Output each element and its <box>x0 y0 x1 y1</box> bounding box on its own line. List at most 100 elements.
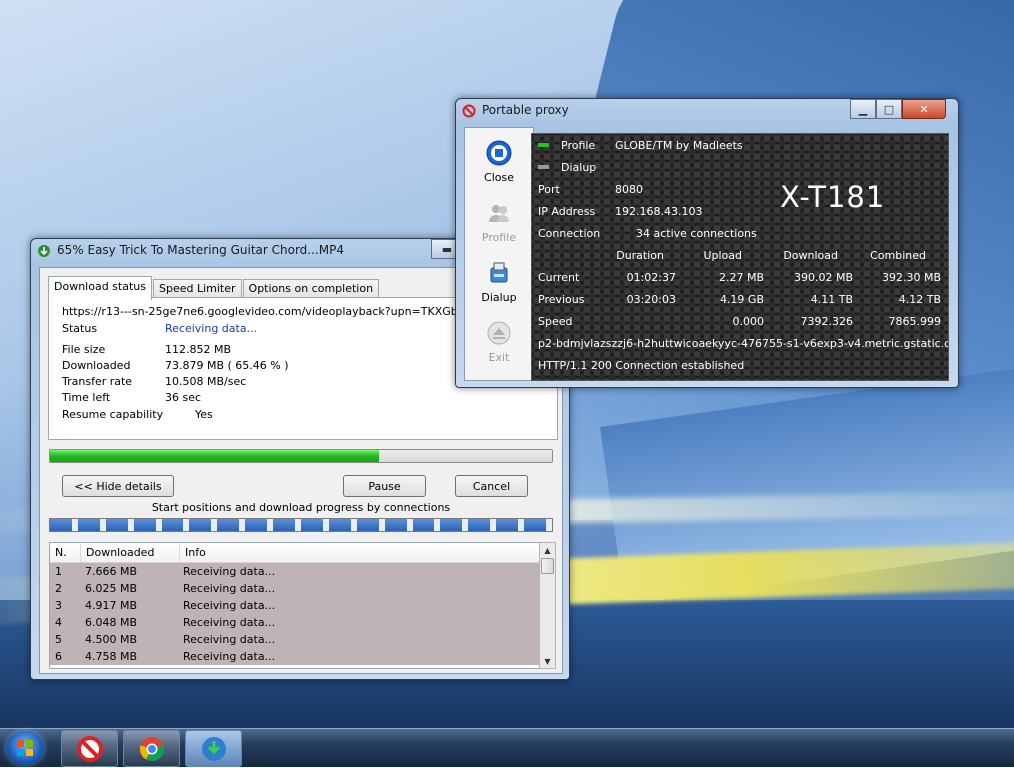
connection-segment <box>440 519 469 531</box>
dialup-label: Dialup <box>481 291 517 304</box>
header-upload: Upload <box>703 249 742 262</box>
tab-options-on-completion[interactable]: Options on completion <box>242 279 380 299</box>
dialup-label: Dialup <box>561 161 597 174</box>
portable-proxy-window[interactable]: Portable proxy ▁ □ ✕ Close Profile Dialu… <box>455 98 959 388</box>
connection-segment <box>161 519 190 531</box>
current-combined: 392.30 MB <box>881 271 941 284</box>
taskbar-idm-button[interactable] <box>185 730 242 767</box>
connection-segment <box>105 519 134 531</box>
table-row[interactable]: 4 6.048 MB Receiving data... <box>50 614 540 631</box>
download-progress-bar <box>49 449 553 463</box>
dialup-button[interactable]: Dialup <box>465 260 533 304</box>
proxy-app-icon <box>76 735 103 762</box>
previous-download: 4.11 TB <box>810 293 853 306</box>
connection-segment <box>412 519 441 531</box>
start-button[interactable] <box>6 731 44 765</box>
cell-downloaded: 7.666 MB <box>85 565 138 578</box>
field-value: Yes <box>195 408 213 421</box>
proxy-status-panel: Profile GLOBE/TM by Madleets Dialup Port… <box>531 133 949 381</box>
profile-value: GLOBE/TM by Madleets <box>615 139 743 152</box>
port-label: Port <box>538 183 560 196</box>
close-button[interactable]: Close <box>465 140 533 184</box>
table-row[interactable]: 5 4.500 MB Receiving data... <box>50 631 540 648</box>
table-row[interactable]: 1 7.666 MB Receiving data... <box>50 563 540 580</box>
window-title: 65% Easy Trick To Mastering Guitar Chord… <box>57 243 344 257</box>
column-header-downloaded[interactable]: Downloaded <box>81 543 180 562</box>
connections-list[interactable]: N. Downloaded Info 1 7.666 MB Receiving da… <box>49 542 541 669</box>
connection-segment <box>524 519 553 531</box>
host-line: p2-bdmjvlazszzj6-h2huttwicoaekyyc-476755… <box>538 337 949 350</box>
window-title: Portable proxy <box>482 103 569 117</box>
speed-upload: 0.000 <box>732 315 765 328</box>
connection-segment <box>468 519 497 531</box>
proxy-app-icon <box>462 104 476 118</box>
scroll-thumb[interactable] <box>541 558 554 574</box>
column-header-n[interactable]: N. <box>50 543 81 562</box>
eject-icon <box>487 321 511 345</box>
connection-segment <box>217 519 246 531</box>
downloaded-row: Downloaded 73.879 MB ( 65.46 % ) <box>62 359 289 372</box>
field-value: 73.879 MB ( 65.46 % ) <box>165 359 289 372</box>
connection-segment <box>384 519 413 531</box>
scroll-down-arrow-icon[interactable]: ▼ <box>540 654 555 668</box>
tab-speed-limiter[interactable]: Speed Limiter <box>152 279 242 299</box>
minimize-button[interactable]: ▁ <box>850 99 876 119</box>
scroll-up-arrow-icon[interactable]: ▲ <box>540 543 555 557</box>
cell-downloaded: 4.917 MB <box>85 599 138 612</box>
transfer-rate-row: Transfer rate 10.508 MB/sec <box>62 375 246 388</box>
current-download: 390.02 MB <box>793 271 853 284</box>
connection-segment <box>77 519 106 531</box>
cancel-button[interactable]: Cancel <box>455 475 528 497</box>
cell-downloaded: 6.025 MB <box>85 582 138 595</box>
resume-capability-row: Resume capability Yes <box>62 408 213 421</box>
file-size-row: File size 112.852 MB <box>62 343 231 356</box>
list-scrollbar[interactable]: ▲ ▼ <box>539 542 556 669</box>
current-upload: 2.27 MB <box>718 271 764 284</box>
chrome-icon <box>139 736 164 761</box>
taskbar-chrome-button[interactable] <box>123 730 180 767</box>
field-label: Transfer rate <box>62 375 133 388</box>
connection-segment <box>50 519 78 531</box>
progress-fill <box>50 450 379 462</box>
status-line: HTTP/1.1 200 Connection established <box>538 359 745 372</box>
idm-icon <box>201 736 226 761</box>
tab-download-status[interactable]: Download status <box>48 276 152 300</box>
time-left-row: Time left 36 sec <box>62 391 201 404</box>
close-window-button[interactable]: ✕ <box>902 99 946 119</box>
pause-button[interactable]: Pause <box>343 475 426 497</box>
connection-segment <box>133 519 162 531</box>
idm-icon <box>38 245 50 257</box>
cell-info: Receiving data... <box>183 599 276 612</box>
exit-button[interactable]: Exit <box>465 320 533 364</box>
status-value: Receiving data... <box>165 322 258 335</box>
cell-info: Receiving data... <box>183 616 276 629</box>
table-row[interactable]: 3 4.917 MB Receiving data... <box>50 597 540 614</box>
table-row[interactable]: 2 6.025 MB Receiving data... <box>50 580 540 597</box>
connection-segment <box>189 519 218 531</box>
profile-button[interactable]: Profile <box>465 200 533 244</box>
previous-combined: 4.12 TB <box>898 293 941 306</box>
ip-address-value: 192.168.43.103 <box>615 205 703 218</box>
cell-n: 4 <box>55 616 62 629</box>
cell-n: 3 <box>55 599 62 612</box>
list-header: N. Downloaded Info <box>50 543 540 563</box>
cell-n: 5 <box>55 633 62 646</box>
taskbar <box>0 728 1014 767</box>
row-label: Current <box>538 271 580 284</box>
connection-segment <box>496 519 525 531</box>
window-controls: ▁ □ ✕ <box>850 99 946 119</box>
status-row: Status Receiving data... <box>62 322 257 335</box>
field-value: 10.508 MB/sec <box>165 375 247 388</box>
cell-downloaded: 4.758 MB <box>85 650 138 663</box>
header-duration: Duration <box>616 249 664 262</box>
hide-details-button[interactable]: << Hide details <box>62 475 174 497</box>
column-header-info[interactable]: Info <box>180 543 530 562</box>
table-row[interactable]: 6 4.758 MB Receiving data... <box>50 648 540 665</box>
taskbar-proxy-button[interactable] <box>61 730 118 767</box>
maximize-button[interactable]: □ <box>876 99 902 119</box>
cell-downloaded: 4.500 MB <box>85 633 138 646</box>
profile-label: Profile <box>561 139 596 152</box>
speed-combined: 7865.999 <box>888 315 942 328</box>
users-icon <box>489 205 509 222</box>
connection-segment <box>356 519 385 531</box>
